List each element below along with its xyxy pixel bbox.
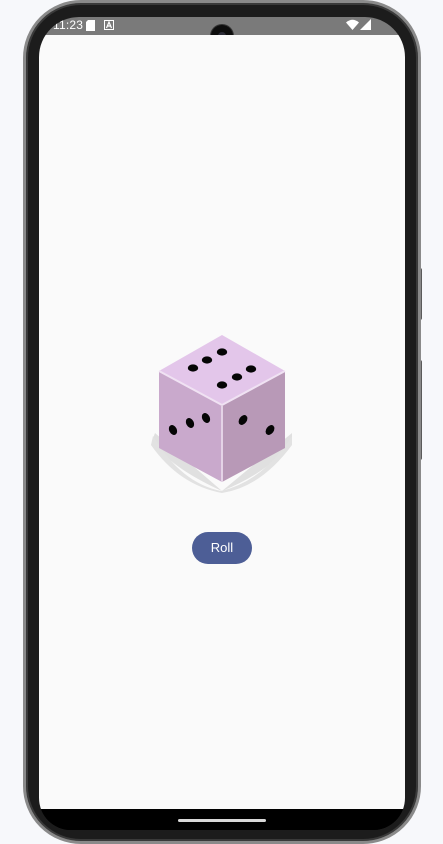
- dice-pip: [216, 381, 228, 389]
- roll-button[interactable]: Roll: [192, 532, 252, 564]
- dice-pip: [201, 356, 213, 364]
- dice-pip: [216, 348, 228, 356]
- dice-icon: [151, 335, 292, 493]
- device-canvas: 11:23 Roll: [0, 0, 443, 844]
- dice-pip: [231, 373, 243, 381]
- dice-pip: [245, 365, 257, 373]
- cell-signal-icon: [360, 19, 371, 30]
- sd-card-icon: [86, 20, 95, 31]
- app-content: Roll: [39, 35, 405, 809]
- a-notification-icon: [104, 20, 114, 30]
- status-time: 11:23: [53, 18, 84, 32]
- navigation-bar: [39, 809, 405, 830]
- dice-pip: [187, 364, 199, 372]
- home-gesture-handle[interactable]: [178, 819, 266, 822]
- phone-screen: 11:23 Roll: [39, 17, 405, 830]
- wifi-icon: [346, 19, 359, 30]
